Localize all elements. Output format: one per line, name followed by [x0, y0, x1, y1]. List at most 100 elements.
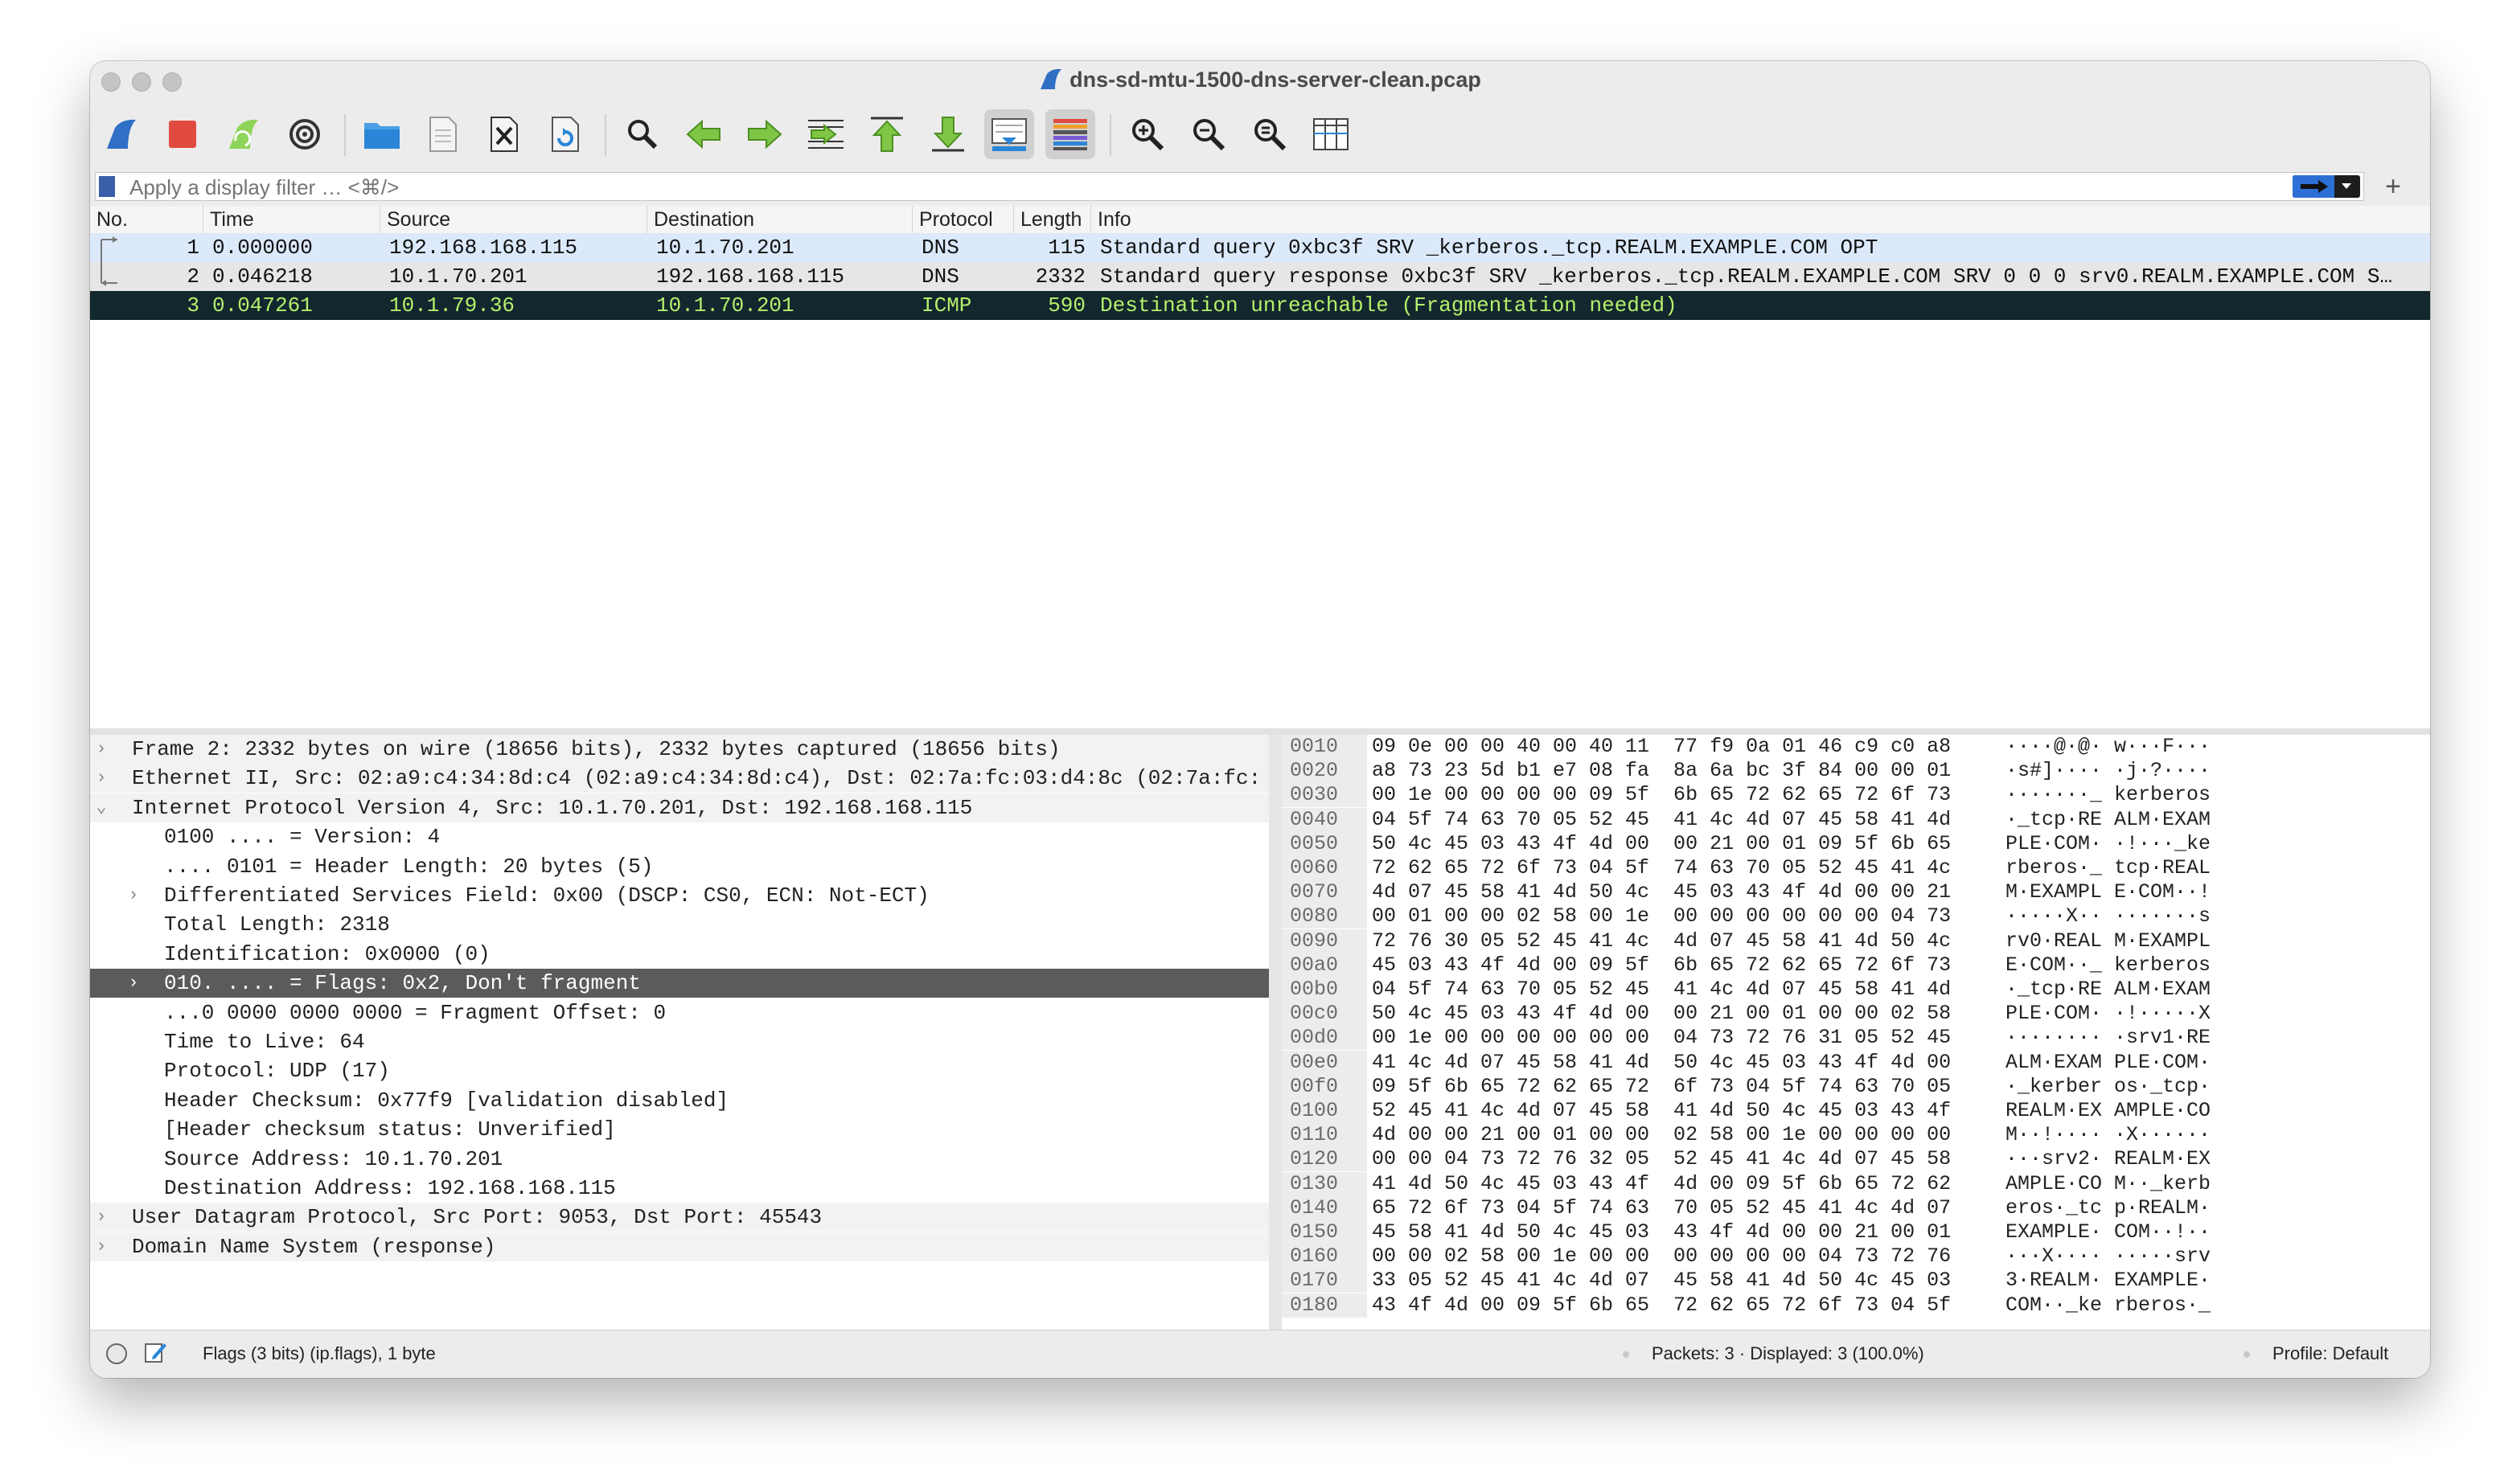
display-filter-input[interactable]	[128, 173, 2222, 202]
hex-bytes[interactable]: 04 5f 74 63 70 05 52 45 41 4c 4d 07 45 5…	[1372, 978, 1951, 1002]
hex-ascii[interactable]: eros·_tc p·REALM·	[2005, 1196, 2211, 1220]
hex-ascii[interactable]: ·_kerber os·_tcp·	[2005, 1075, 2211, 1099]
detail-tree-item[interactable]: ⌄ Internet Protocol Version 4, Src: 10.1.…	[90, 793, 1269, 822]
hex-bytes[interactable]: 41 4c 4d 07 45 58 41 4d 50 4c 45 03 43 4…	[1372, 1051, 1951, 1075]
add-filter-button[interactable]: +	[2385, 170, 2401, 203]
hex-row[interactable]: 0050 50 4c 45 03 43 4f 4d 00 00 21 00 01 …	[1282, 831, 2430, 856]
hex-row[interactable]: 0110 4d 00 00 21 00 01 00 00 02 58 00 1e …	[1282, 1123, 2430, 1148]
hex-row[interactable]: 0040 04 5f 74 63 70 05 52 45 41 4c 4d 07 …	[1282, 807, 2430, 832]
column-header-time[interactable]: Time	[203, 206, 380, 233]
zoom-out-button[interactable]	[1184, 109, 1234, 159]
status-profile[interactable]: Profile: Default	[2272, 1330, 2388, 1377]
go-to-packet-button[interactable]	[801, 109, 851, 159]
column-header-no[interactable]: No.	[90, 206, 203, 233]
detail-tree-subitem[interactable]: › 010. .... = Flags: 0x2, Don't fragment	[90, 969, 1269, 998]
hex-row[interactable]: 00f0 09 5f 6b 65 72 62 65 72 6f 73 04 5f …	[1282, 1074, 2430, 1099]
hex-bytes[interactable]: 72 62 65 72 6f 73 04 5f 74 63 70 05 52 4…	[1372, 856, 1951, 880]
hex-bytes[interactable]: 04 5f 74 63 70 05 52 45 41 4c 4d 07 45 5…	[1372, 808, 1951, 832]
hex-bytes[interactable]: 00 1e 00 00 00 00 00 00 04 73 72 76 31 0…	[1372, 1026, 1951, 1050]
go-first-packet-button[interactable]	[862, 109, 912, 159]
detail-tree-subitem[interactable]: 0100 .... = Version: 4	[90, 822, 1269, 851]
detail-tree-subitem[interactable]: Header Checksum: 0x77f9 [validation disa…	[90, 1086, 1269, 1115]
hex-bytes[interactable]: 45 58 41 4d 50 4c 45 03 43 4f 4d 00 00 2…	[1372, 1220, 1951, 1244]
chevron-right-icon[interactable]: ›	[125, 969, 142, 998]
packet-row[interactable]: 2 0.046218 10.1.70.201 192.168.168.115 D…	[90, 262, 2430, 291]
hex-ascii[interactable]: PLE·COM· ·!·····X	[2005, 1002, 2211, 1026]
hex-bytes[interactable]: 65 72 6f 73 04 5f 74 63 70 05 52 45 41 4…	[1372, 1196, 1951, 1220]
apply-filter-button[interactable]	[2293, 175, 2360, 198]
autoscroll-button[interactable]	[984, 109, 1034, 159]
column-header-destination[interactable]: Destination	[647, 206, 912, 233]
hex-row[interactable]: 0160 00 00 02 58 00 1e 00 00 00 00 00 00 …	[1282, 1244, 2430, 1269]
hex-row[interactable]: 0150 45 58 41 4d 50 4c 45 03 43 4f 4d 00 …	[1282, 1220, 2430, 1244]
detail-tree-subitem[interactable]: ...0 0000 0000 0000 = Fragment Offset: 0	[90, 998, 1269, 1027]
hex-bytes[interactable]: 00 00 02 58 00 1e 00 00 00 00 00 00 04 7…	[1372, 1244, 1951, 1269]
close-file-button[interactable]	[479, 109, 529, 159]
column-header-length[interactable]: Length	[1013, 206, 1090, 233]
hex-bytes[interactable]: 41 4d 50 4c 45 03 43 4f 4d 00 09 5f 6b 6…	[1372, 1172, 1951, 1196]
hex-row[interactable]: 00c0 50 4c 45 03 43 4f 4d 00 00 21 00 01 …	[1282, 1002, 2430, 1027]
vertical-splitter[interactable]	[1269, 735, 1282, 1330]
hex-bytes[interactable]: 50 4c 45 03 43 4f 4d 00 00 21 00 01 00 0…	[1372, 1002, 1951, 1026]
chevron-right-icon[interactable]: ›	[125, 881, 142, 910]
zoom-in-button[interactable]	[1123, 109, 1172, 159]
packet-row[interactable]: 1 0.000000 192.168.168.115 10.1.70.201 D…	[90, 233, 2430, 262]
chevron-right-icon[interactable]: ›	[93, 1203, 109, 1232]
chevron-right-icon[interactable]: ›	[93, 735, 109, 764]
hex-bytes[interactable]: 4d 00 00 21 00 01 00 00 02 58 00 1e 00 0…	[1372, 1123, 1951, 1147]
expert-info-icon[interactable]	[105, 1342, 129, 1366]
hex-ascii[interactable]: ·s#]···· ·j·?····	[2005, 759, 2211, 783]
hex-bytes[interactable]: 45 03 43 4f 4d 00 09 5f 6b 65 72 62 65 7…	[1372, 953, 1951, 978]
pane-splitter[interactable]	[90, 728, 2430, 735]
column-header-info[interactable]: Info	[1090, 206, 2430, 233]
detail-tree-subitem[interactable]: .... 0101 = Header Length: 20 bytes (5)	[90, 852, 1269, 881]
packet-row[interactable]: 3 0.047261 10.1.79.36 10.1.70.201 ICMP 5…	[90, 291, 2430, 320]
restart-capture-button[interactable]	[219, 109, 269, 159]
find-packet-button[interactable]	[618, 109, 667, 159]
hex-ascii[interactable]: REALM·EX AMPLE·CO	[2005, 1099, 2211, 1123]
go-last-packet-button[interactable]	[923, 109, 973, 159]
detail-tree-item[interactable]: › Frame 2: 2332 bytes on wire (18656 bits…	[90, 735, 1269, 764]
hex-ascii[interactable]: ·····X·· ·······s	[2005, 904, 2211, 929]
hex-row[interactable]: 0130 41 4d 50 4c 45 03 43 4f 4d 00 09 5f …	[1282, 1171, 2430, 1196]
hex-row[interactable]: 0080 00 01 00 00 02 58 00 1e 00 00 00 00 …	[1282, 904, 2430, 929]
chevron-right-icon[interactable]: ›	[93, 1232, 109, 1261]
detail-tree-subitem[interactable]: Total Length: 2318	[90, 910, 1269, 939]
hex-bytes[interactable]: 4d 07 45 58 41 4d 50 4c 45 03 43 4f 4d 0…	[1372, 880, 1951, 904]
chevron-down-icon[interactable]: ⌄	[93, 793, 109, 822]
hex-ascii[interactable]: ·······_ kerberos	[2005, 783, 2211, 807]
hex-row[interactable]: 0020 a8 73 23 5d b1 e7 08 fa 8a 6a bc 3f …	[1282, 759, 2430, 784]
hex-ascii[interactable]: EXAMPLE· COM··!··	[2005, 1220, 2211, 1244]
hex-row[interactable]: 0030 00 1e 00 00 00 00 09 5f 6b 65 72 62 …	[1282, 783, 2430, 808]
hex-bytes[interactable]: 72 76 30 05 52 45 41 4c 4d 07 45 58 41 4…	[1372, 929, 1951, 953]
hex-ascii[interactable]: ALM·EXAM PLE·COM·	[2005, 1051, 2211, 1075]
detail-tree-subitem[interactable]: › Differentiated Services Field: 0x00 (DS…	[90, 881, 1269, 910]
detail-tree-subitem[interactable]: Source Address: 10.1.70.201	[90, 1145, 1269, 1174]
go-forward-button[interactable]	[740, 109, 790, 159]
hex-bytes[interactable]: 09 0e 00 00 40 00 40 11 77 f9 0a 01 46 c…	[1372, 735, 1951, 759]
open-file-button[interactable]	[357, 109, 407, 159]
hex-row[interactable]: 0180 43 4f 4d 00 09 5f 6b 65 72 62 65 72 …	[1282, 1293, 2430, 1318]
hex-ascii[interactable]: M·EXAMPL E·COM··!	[2005, 880, 2211, 904]
hex-row[interactable]: 0010 09 0e 00 00 40 00 40 11 77 f9 0a 01 …	[1282, 735, 2430, 759]
filter-bookmark-icon[interactable]	[99, 176, 115, 197]
colorize-button[interactable]	[1045, 109, 1095, 159]
reload-file-button[interactable]	[540, 109, 590, 159]
capture-comment-icon[interactable]	[143, 1340, 167, 1364]
hex-ascii[interactable]: ·_tcp·RE ALM·EXAM	[2005, 978, 2211, 1002]
hex-ascii[interactable]: ····@·@· w···F···	[2005, 735, 2211, 759]
go-back-button[interactable]	[679, 109, 729, 159]
chevron-right-icon[interactable]: ›	[93, 764, 109, 793]
hex-ascii[interactable]: rberos·_ tcp·REAL	[2005, 856, 2211, 880]
hex-bytes[interactable]: a8 73 23 5d b1 e7 08 fa 8a 6a bc 3f 84 0…	[1372, 759, 1951, 783]
save-file-button[interactable]	[418, 109, 468, 159]
hex-ascii[interactable]: PLE·COM· ·!···_ke	[2005, 832, 2211, 856]
hex-ascii[interactable]: ···X···· ·····srv	[2005, 1244, 2211, 1269]
hex-bytes[interactable]: 33 05 52 45 41 4c 4d 07 45 58 41 4d 50 4…	[1372, 1269, 1951, 1293]
hex-row[interactable]: 0140 65 72 6f 73 04 5f 74 63 70 05 52 45 …	[1282, 1195, 2430, 1220]
hex-ascii[interactable]: COM··_ke rberos·_	[2005, 1293, 2211, 1318]
detail-tree-item[interactable]: › Domain Name System (response)	[90, 1232, 1269, 1261]
hex-bytes[interactable]: 00 00 04 73 72 76 32 05 52 45 41 4c 4d 0…	[1372, 1147, 1951, 1171]
detail-tree-subitem[interactable]: Destination Address: 192.168.168.115	[90, 1174, 1269, 1203]
normal-size-button[interactable]	[1245, 109, 1295, 159]
